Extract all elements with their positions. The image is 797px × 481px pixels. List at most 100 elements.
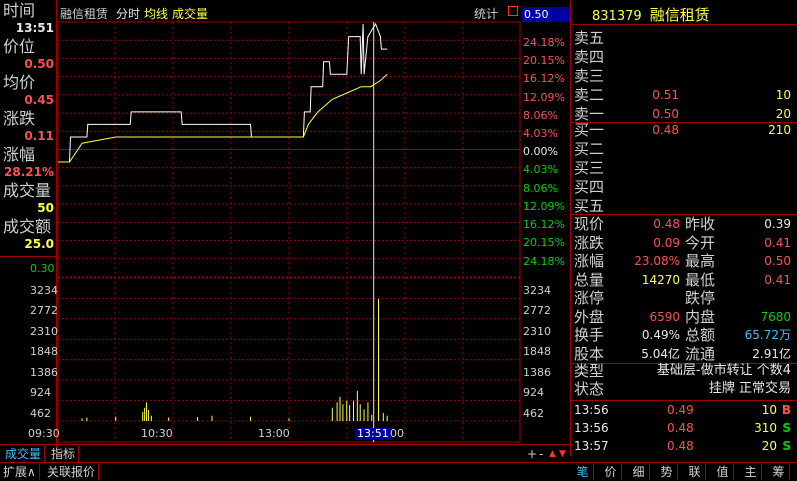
price-axis-right-label: 4.03% — [523, 127, 558, 141]
sell-level-label: 卖五 — [574, 29, 605, 47]
zoom-out-button[interactable]: - — [536, 446, 546, 462]
right-tab-5[interactable]: 值 — [712, 464, 734, 480]
tick-price: 0.48 — [667, 439, 694, 453]
expand-button[interactable]: 扩展∧ — [0, 464, 40, 480]
quote-value: 7680 — [760, 309, 791, 324]
right-tab-7[interactable]: 筹 — [768, 464, 790, 480]
quote-value: 0.50 — [764, 254, 791, 268]
tick-time: 13:57 — [574, 439, 609, 453]
time-axis-label: 09:30 — [28, 427, 60, 440]
quote-label: 现价 — [574, 215, 605, 233]
tab-indicator[interactable]: 指标 — [48, 446, 80, 462]
tick-volume: 20 — [761, 439, 777, 453]
crosshair-time-label: 13:51 — [355, 427, 391, 440]
right-tabs: 笔价细势联值主筹 — [572, 463, 797, 481]
quote-value: 5.04亿 — [641, 346, 680, 361]
price-axis-right-label: 12.09% — [523, 90, 565, 104]
price-axis-right-label: 0.00% — [523, 145, 558, 159]
tick-volume: 310 — [754, 421, 777, 435]
volume-axis-right-label: 924 — [523, 386, 544, 400]
right-tab-1[interactable]: 价 — [600, 464, 622, 480]
quote-label: 股本 — [574, 344, 605, 363]
type-value: 基础层-做市转让 个数4 — [656, 363, 791, 378]
chart-bottom-tabs: 成交量 指标 + - ▲ ▼ — [0, 444, 570, 462]
sell-level-label: 卖三 — [574, 67, 605, 85]
buy-level-price: 0.48 — [652, 123, 679, 137]
quote-value: 2.91亿 — [752, 346, 791, 361]
tick-price: 0.49 — [667, 403, 694, 417]
volume-axis-right-label: 462 — [523, 406, 544, 420]
quote-label: 总量 — [574, 270, 605, 289]
price-axis-right-label: 16.12% — [523, 72, 565, 86]
right-tab-2[interactable]: 细 — [628, 464, 650, 480]
quote-label: 涨停 — [574, 289, 605, 307]
type-label: 类型 — [574, 362, 605, 380]
stock-title: 831379 融信租赁 — [574, 4, 710, 25]
intraday-chart — [57, 21, 521, 443]
sell-level-price: 0.51 — [652, 88, 679, 102]
volume-axis-left-label: 924 — [30, 386, 51, 400]
price-axis-right-label: 4.03% — [523, 163, 558, 177]
volume-axis-left-label: 1848 — [30, 345, 58, 359]
buy-level-label: 买五 — [574, 197, 605, 215]
scroll-down-icon[interactable]: ▼ — [556, 446, 569, 462]
quote-value: 0.39 — [764, 217, 791, 231]
tick-time: 13:56 — [574, 403, 609, 417]
tick-side: S — [782, 439, 791, 453]
quote-value: 23.08% — [634, 254, 680, 268]
price-axis-right-label: 24.18% — [523, 254, 565, 268]
sell-level-volume: 20 — [775, 107, 791, 121]
sell-level-price: 0.50 — [652, 107, 679, 121]
quote-value: 0.09 — [653, 235, 680, 250]
quote-label: 跌停 — [685, 289, 716, 307]
avg-price-line — [58, 73, 388, 163]
quote-label: 涨跌 — [574, 233, 605, 252]
buy-level-label: 买一 — [574, 121, 605, 139]
sell-level-label: 卖二 — [574, 86, 605, 104]
related-quote-button[interactable]: 关联报价 — [44, 464, 100, 480]
right-tab-3[interactable]: 势 — [656, 464, 678, 480]
volume-axis-left-label: 2310 — [30, 324, 58, 338]
panel-separator — [571, 214, 797, 215]
quote-label: 最低 — [685, 270, 716, 289]
time-axis-label: 10:30 — [141, 427, 173, 440]
volume-axis-right-label: 3234 — [523, 284, 551, 297]
buy-level-volume: 210 — [768, 123, 791, 137]
time-axis-label: 13:00 — [258, 427, 290, 440]
quote-value: 0.48 — [653, 217, 680, 231]
quote-label: 外盘 — [574, 307, 605, 326]
quote-value: 6590 — [649, 309, 680, 324]
panel-separator — [571, 122, 797, 123]
price-axis-right-label: 12.09% — [523, 199, 565, 213]
status-value: 挂牌 正常交易 — [708, 381, 791, 396]
status-label: 状态 — [574, 380, 605, 398]
quote-label: 最高 — [685, 252, 716, 270]
time-axis-label: 00 — [390, 427, 404, 440]
price-axis-right-label: 20.15% — [523, 54, 565, 68]
right-tab-4[interactable]: 联 — [684, 464, 706, 480]
price-axis-right-label: 8.06% — [523, 181, 558, 195]
volume-axis-left-label: 1386 — [30, 365, 58, 379]
buy-level-label: 买二 — [574, 140, 605, 158]
stock-title-name: 融信租赁 — [649, 6, 710, 24]
volume-axis-right-label: 1848 — [523, 345, 551, 359]
quote-value: 0.41 — [764, 272, 791, 287]
volume-axis-right-label: 2310 — [523, 324, 551, 338]
quote-value: 0.41 — [764, 235, 791, 250]
stock-code: 831379 — [592, 9, 642, 24]
right-tab-0[interactable]: 笔 — [572, 464, 594, 480]
tick-price: 0.48 — [667, 421, 694, 435]
tab-volume-indicator[interactable]: 成交量 — [2, 446, 46, 462]
quote-label: 换手 — [574, 326, 605, 344]
quote-label: 今开 — [685, 233, 716, 252]
quote-label: 内盘 — [685, 307, 716, 326]
tick-volume: 10 — [761, 403, 777, 417]
quote-label: 昨收 — [685, 215, 716, 233]
right-tab-6[interactable]: 主 — [740, 464, 762, 480]
price-axis-right-label: 24.18% — [523, 35, 565, 49]
volume-axis-left-label: 462 — [30, 406, 51, 420]
status-bar: 扩展∧ 关联报价 笔价细势联值主筹 — [0, 462, 797, 481]
buy-level-label: 买四 — [574, 178, 605, 196]
price-axis-right-label: 8.06% — [523, 108, 558, 122]
price-axis-left-label: 0.30 — [30, 262, 55, 275]
